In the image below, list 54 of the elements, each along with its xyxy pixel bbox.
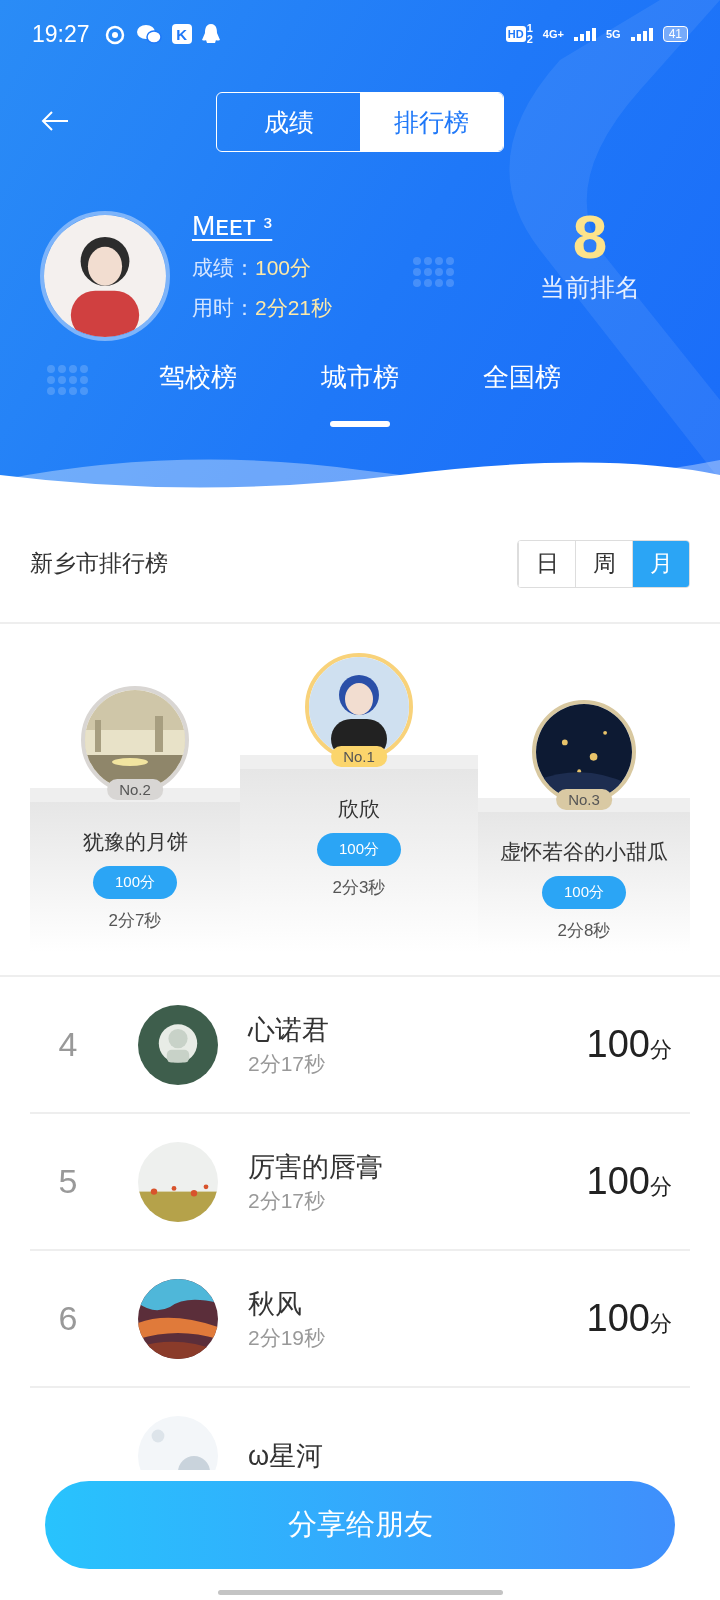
player-name: ω星河: [248, 1439, 324, 1472]
player-time: 2分17秒: [248, 1050, 327, 1077]
player-time: 2分17秒: [248, 1187, 327, 1214]
signal-icon: [573, 27, 596, 41]
score-pill: 100分: [93, 866, 177, 899]
score-value: 100分: [255, 255, 312, 281]
place-badge: No.2: [107, 779, 163, 800]
chat-app-icon: [135, 23, 162, 45]
status-time: 19:27: [32, 20, 90, 48]
score-pill: 100分: [317, 833, 401, 866]
network-label: 5G: [605, 28, 621, 40]
board-tab[interactable]: 城市榜: [279, 360, 441, 440]
tab-indicator: [330, 421, 390, 427]
signal-icon: [630, 27, 653, 41]
share-button[interactable]: 分享给朋友: [45, 1481, 675, 1569]
board-tab[interactable]: 驾校榜: [117, 360, 279, 440]
place-badge: No.3: [556, 789, 612, 810]
board-tab[interactable]: 全国榜: [441, 360, 603, 440]
player-time: 2分19秒: [248, 1324, 326, 1351]
view-tab[interactable]: 成绩: [217, 93, 360, 151]
battery-level: 41: [662, 26, 688, 42]
network-label: 4G+: [542, 28, 564, 40]
podium-name: 虚怀若谷的小甜瓜: [500, 839, 668, 865]
hd-sub: 2: [526, 34, 533, 45]
podium-time: 2分3秒: [332, 877, 386, 899]
rank-number: 6: [57, 1299, 79, 1338]
player-name: 厉害的唇膏: [248, 1150, 383, 1184]
hd-sup: 1: [526, 23, 533, 34]
podium-time: 2分8秒: [557, 920, 611, 942]
rank-label: 当前排名: [540, 272, 640, 304]
player-name: 秋风: [248, 1287, 303, 1321]
player-score: 100分: [586, 1297, 672, 1340]
penguin-icon: [201, 23, 220, 45]
rank-number: 5: [57, 1162, 79, 1201]
time-value: 2分21秒: [255, 295, 333, 321]
time-label: 用时：: [192, 295, 255, 321]
period-tab[interactable]: 月: [632, 540, 689, 587]
hd-badge: HD: [505, 26, 526, 42]
rank-number: 4: [57, 1025, 79, 1064]
app-letter-icon: K: [171, 24, 192, 44]
rank-number: 8: [572, 202, 608, 272]
player-score: 100分: [586, 1160, 672, 1203]
music-app-icon: [103, 23, 126, 45]
podium-name: 欣欣: [338, 796, 380, 822]
user-name: Mᴇᴇᴛ ᵌ: [192, 210, 274, 242]
podium-name: 犹豫的月饼: [82, 829, 188, 855]
podium-time: 2分7秒: [108, 910, 162, 932]
player-name: 心诺君: [248, 1013, 329, 1047]
section-title: 新乡市排行榜: [30, 549, 168, 578]
score-label: 成绩：: [192, 255, 255, 281]
score-pill: 100分: [542, 876, 626, 909]
view-tab[interactable]: 排行榜: [360, 93, 503, 151]
player-score: 100分: [586, 1023, 672, 1066]
place-badge: No.1: [331, 746, 387, 767]
